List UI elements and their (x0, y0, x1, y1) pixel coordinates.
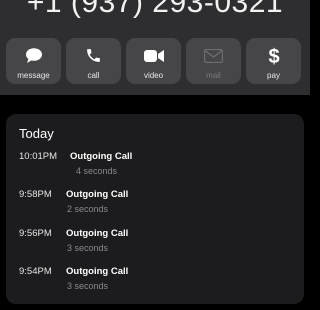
section-title: Today (19, 126, 54, 141)
call-history-row[interactable]: 10:01PM Outgoing Call 4 seconds (19, 151, 289, 181)
call-duration: 3 seconds (67, 281, 109, 291)
envelope-icon (204, 45, 223, 67)
mail-label: mail (206, 70, 221, 80)
dollar-icon: $ (267, 45, 281, 67)
mail-button[interactable]: mail (186, 38, 241, 84)
svg-text:$: $ (268, 46, 279, 66)
call-type: Outgoing Call (66, 189, 129, 200)
pay-label: pay (267, 70, 280, 80)
contact-header: +1 (937) 293-0321 message call video mai… (0, 0, 310, 95)
call-duration: 4 seconds (76, 166, 118, 176)
call-label: call (87, 70, 100, 80)
call-history-row[interactable]: 9:58PM Outgoing Call 2 seconds (19, 189, 289, 219)
call-button[interactable]: call (66, 38, 121, 84)
call-duration: 2 seconds (67, 204, 109, 214)
call-time: 9:54PM (19, 266, 52, 277)
call-duration: 3 seconds (67, 243, 109, 253)
video-label: video (143, 70, 164, 80)
phone-icon (85, 45, 102, 67)
call-history-card: Today 10:01PM Outgoing Call 4 seconds 9:… (6, 114, 304, 304)
message-label: message (17, 70, 50, 80)
call-time: 10:01PM (19, 151, 58, 162)
call-time: 9:56PM (19, 228, 52, 239)
action-buttons: message call video mail $ pay (6, 38, 304, 84)
video-button[interactable]: video (126, 38, 181, 84)
call-type: Outgoing Call (66, 228, 129, 239)
message-bubble-icon (25, 45, 43, 67)
message-button[interactable]: message (6, 38, 61, 84)
video-camera-icon (143, 45, 164, 67)
call-type: Outgoing Call (70, 151, 133, 162)
pay-button[interactable]: $ pay (246, 38, 301, 84)
call-type: Outgoing Call (66, 266, 129, 277)
phone-number[interactable]: +1 (937) 293-0321 (0, 0, 310, 20)
call-history-row[interactable]: 9:54PM Outgoing Call 3 seconds (19, 266, 289, 296)
call-history-row[interactable]: 9:56PM Outgoing Call 3 seconds (19, 228, 289, 258)
call-time: 9:58PM (19, 189, 52, 200)
